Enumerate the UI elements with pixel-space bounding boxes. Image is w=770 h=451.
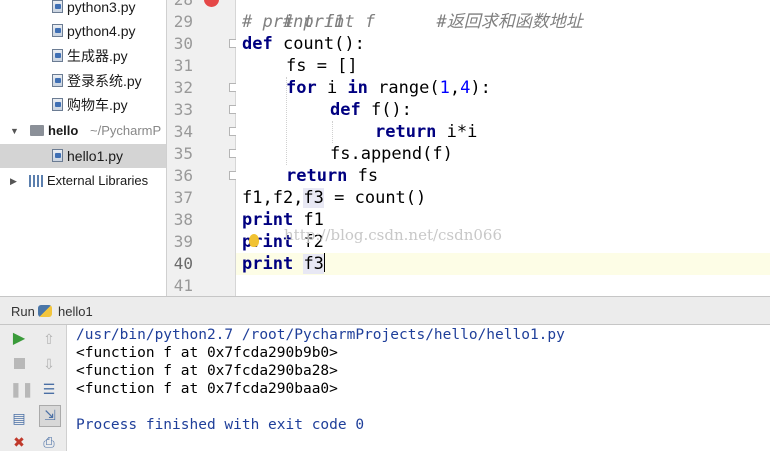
file-item[interactable]: python3.py: [0, 0, 166, 19]
console-line: <function f at 0x7fcda290ba28>: [76, 363, 338, 379]
code-line-40: print f3: [242, 253, 325, 274]
line-number-current: 40: [173, 254, 193, 273]
run-tab[interactable]: hello1: [58, 304, 93, 319]
editor-gutter[interactable]: 28 29 30 31 32 33 34 35 36 37 38 39 40 4…: [167, 0, 238, 296]
line-number: 30: [173, 34, 193, 53]
python-file-icon: [52, 149, 63, 162]
code-editor[interactable]: # print f #返回求和函数地址 # print f1 def count…: [236, 0, 770, 296]
code-line-33: def f():: [330, 100, 412, 120]
run-label: Run: [11, 304, 35, 319]
file-item[interactable]: python4.py: [0, 19, 166, 43]
folder-item-hello[interactable]: ▼ hello ~/PycharmP: [0, 119, 166, 143]
line-number: 28: [167, 0, 193, 11]
file-item[interactable]: 购物车.py: [0, 93, 166, 117]
file-label: 生成器.py: [67, 48, 128, 64]
line-number: 34: [173, 122, 193, 141]
python-file-icon: [52, 49, 63, 62]
console-line: <function f at 0x7fcda290baa0>: [76, 381, 338, 397]
file-label: hello1.py: [67, 148, 124, 164]
scroll-to-end-icon[interactable]: ⇲: [39, 405, 61, 427]
code-line-32: for i in range(1,4):: [286, 78, 491, 98]
chevron-down-icon[interactable]: ▼: [10, 119, 19, 143]
breakpoint-icon[interactable]: [204, 0, 219, 7]
line-number: 29: [173, 12, 193, 31]
console-line: Process finished with exit code 0: [76, 417, 365, 433]
stop-icon[interactable]: [10, 355, 28, 373]
console-line: /usr/bin/python2.7 /root/PycharmProjects…: [76, 327, 565, 343]
folder-icon: [30, 125, 44, 136]
close-icon[interactable]: ✖: [10, 433, 28, 451]
lightbulb-icon[interactable]: [249, 234, 259, 247]
line-number: 35: [173, 144, 193, 163]
libraries-label: External Libraries: [47, 173, 149, 188]
soft-wrap-icon[interactable]: ☰: [40, 380, 58, 398]
folder-label: hello: [48, 123, 79, 138]
print-icon[interactable]: ⎙: [40, 433, 58, 451]
code-line-28: # print f #返回求和函数地址: [282, 12, 583, 32]
run-panel-header: Run hello1: [0, 296, 770, 325]
code-line-37: f1,f2,f3 = count(): [242, 188, 427, 208]
code-line-36: return fs: [286, 166, 379, 186]
file-item[interactable]: 生成器.py: [0, 44, 166, 68]
code-line-29: # print f1: [242, 12, 345, 32]
down-arrow-icon[interactable]: ⇩: [40, 355, 58, 373]
line-number: 37: [173, 188, 193, 207]
python-file-icon: [52, 98, 63, 111]
line-number: 41: [173, 276, 193, 295]
external-libraries-item[interactable]: ▶ External Libraries: [0, 169, 166, 193]
code-line-35: fs.append(f): [330, 144, 453, 164]
file-item[interactable]: 登录系统.py: [0, 69, 166, 93]
run-toolbar: ▶ ⇧ ⇩ ❚❚ ☰ ▤ ⇲ ✖ ⎙: [0, 325, 67, 451]
console-output[interactable]: /usr/bin/python2.7 /root/PycharmProjects…: [76, 326, 766, 451]
code-line-34: return i*i: [375, 122, 478, 142]
text-caret: [323, 253, 325, 272]
watermark: http://blog.csdn.net/csdn066: [284, 226, 503, 244]
line-number: 32: [173, 78, 193, 97]
code-line-31: fs = []: [286, 56, 358, 76]
python-icon: [38, 305, 52, 317]
console-line: <function f at 0x7fcda290b9b0>: [76, 345, 338, 361]
line-number: 36: [173, 166, 193, 185]
project-tree: python3.py python4.py 生成器.py 登录系统.py 购物车…: [0, 0, 167, 296]
file-label: python4.py: [67, 23, 136, 39]
file-label: 购物车.py: [67, 97, 128, 113]
line-number: 33: [173, 100, 193, 119]
folder-path: ~/PycharmP: [90, 123, 162, 138]
indent-guide: [332, 121, 333, 143]
file-label: 登录系统.py: [67, 73, 142, 89]
python-file-icon: [52, 74, 63, 87]
file-label: python3.py: [67, 0, 136, 15]
code-line-30: def count():: [242, 34, 365, 54]
rerun-icon[interactable]: ▶: [10, 330, 28, 348]
pause-icon[interactable]: ❚❚: [10, 380, 33, 398]
line-number: 31: [173, 56, 193, 75]
layout-icon[interactable]: ▤: [10, 409, 28, 427]
chevron-right-icon[interactable]: ▶: [10, 169, 17, 193]
line-number: 38: [173, 210, 193, 229]
up-arrow-icon[interactable]: ⇧: [40, 330, 58, 348]
file-item-selected[interactable]: hello1.py: [0, 144, 166, 168]
python-file-icon: [52, 24, 63, 37]
python-file-icon: [52, 0, 63, 13]
line-number: 39: [173, 232, 193, 251]
library-icon: [29, 175, 45, 187]
